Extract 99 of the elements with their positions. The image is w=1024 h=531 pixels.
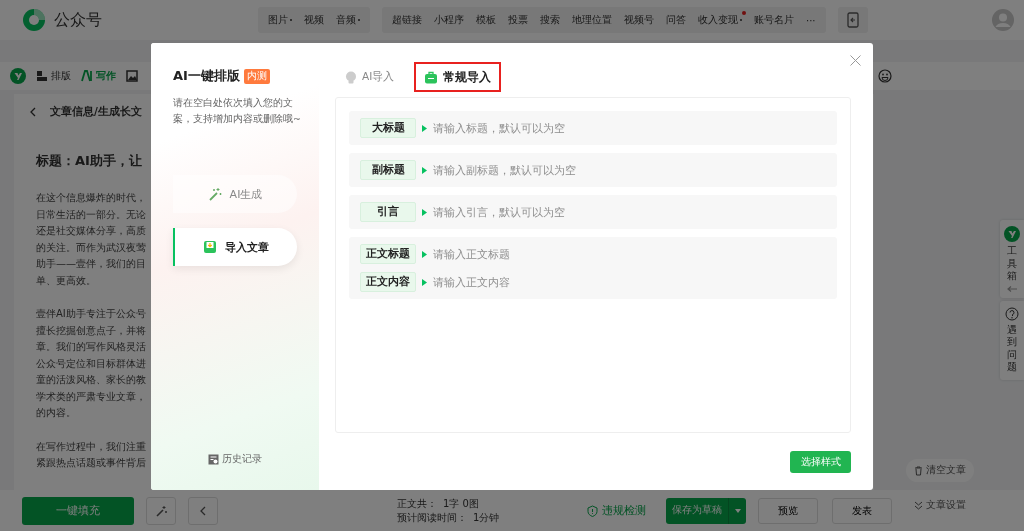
field-label: 副标题 xyxy=(360,160,416,180)
dialog-tab[interactable]: 常规导入 xyxy=(414,62,502,92)
article-text: 学术类的严肃专业文章， xyxy=(36,389,146,404)
editor-tab[interactable]: 写作 xyxy=(81,69,116,83)
save-draft-button[interactable]: 保存为草稿 xyxy=(666,497,728,524)
dialog-title: AI一键排版 xyxy=(173,67,240,85)
brand-icon xyxy=(1004,226,1020,242)
history-icon xyxy=(208,454,219,465)
emoji-icon[interactable] xyxy=(878,69,892,83)
article-text: 紧跟热点话题或事件背后 xyxy=(36,456,146,470)
play-icon xyxy=(422,208,427,216)
toolbar-item[interactable]: 小程序 xyxy=(428,7,470,33)
toolbar-item[interactable]: 视频号 xyxy=(618,7,660,33)
brand-name: 公众号 xyxy=(54,9,102,31)
article-text: 壹伴AI助手专注于公众号 xyxy=(36,307,146,321)
article-title: 标题：AI助手，让 xyxy=(36,152,142,170)
article-text: 擅长挖掘创意点子，并将 xyxy=(36,323,146,338)
brand-icon xyxy=(10,68,26,84)
image-icon xyxy=(126,70,138,82)
play-icon xyxy=(422,166,427,174)
article-text: 单、更高效。 xyxy=(36,273,96,288)
tab-label: 工具箱 xyxy=(1007,245,1017,283)
field-label: 正文标题 xyxy=(360,244,416,264)
trash-icon xyxy=(914,465,923,476)
toolbar-item[interactable]: ··· xyxy=(800,7,822,33)
field-background[interactable]: 正文内容 请输入正文内容 xyxy=(349,268,837,299)
preview-button[interactable] xyxy=(837,7,868,33)
dialog-description: 请在空白处依次填入您的文案，支持增加内容或删除哦~ xyxy=(173,96,301,126)
article-text: 还是社交媒体分享，高质 xyxy=(36,224,146,238)
toolbar-item[interactable]: 超链接 xyxy=(386,7,428,33)
dialog-tab[interactable]: AI导入 xyxy=(335,62,405,92)
play-icon xyxy=(422,278,427,286)
toolbar-item[interactable]: 投票 xyxy=(502,7,534,33)
field-background[interactable]: 引言 请输入引言，默认可以为空 xyxy=(349,195,837,229)
stat-label: 正文共： xyxy=(397,496,437,511)
play-icon xyxy=(422,124,427,132)
fill-button[interactable]: 一键填充 xyxy=(22,496,134,525)
mode-option[interactable]: 导入文章 xyxy=(173,228,297,266)
preview-button[interactable]: 预览 xyxy=(758,497,818,524)
import-icon xyxy=(203,240,217,254)
layout-icon xyxy=(36,70,48,82)
toolbar-item[interactable]: 地理位置 xyxy=(566,7,618,33)
caret-icon xyxy=(734,508,741,513)
article-text: 的内容。 xyxy=(36,406,76,420)
toolbar-item[interactable]: 搜索 xyxy=(534,7,566,33)
toolbar-item[interactable]: 收入变现 xyxy=(692,7,748,33)
field-background[interactable]: 副标题 请输入副标题，默认可以为空 xyxy=(349,153,837,187)
toolbar-item[interactable]: 账号名片 xyxy=(748,7,800,33)
publish-button[interactable]: 发表 xyxy=(832,497,892,524)
history-link[interactable]: 历史记录 xyxy=(208,453,319,466)
article-text: 在写作过程中，我们注重 xyxy=(36,439,146,454)
beta-badge: 内测 xyxy=(243,68,270,84)
breadcrumb: 文章信息/生成长文 xyxy=(50,105,142,119)
help-tab[interactable]: 遇到问题 xyxy=(1000,300,1024,380)
field-label: 正文内容 xyxy=(360,272,416,292)
clear-article-button[interactable]: 清空文章 xyxy=(906,459,974,482)
save-dropdown-button[interactable] xyxy=(728,497,746,524)
select-style-button[interactable]: 选择样式 xyxy=(790,451,851,473)
field-label: 大标题 xyxy=(360,118,416,138)
close-icon[interactable] xyxy=(850,55,861,66)
article-text: 在这个信息爆炸的时代， xyxy=(36,191,146,205)
article-text: 章。我们的写作风格灵活 xyxy=(36,340,146,354)
field-background[interactable]: 大标题 请输入标题，默认可以为空 xyxy=(349,111,837,145)
compliance-check-link[interactable]: 违规检测 xyxy=(587,503,646,518)
editor-tab[interactable]: 排版 xyxy=(36,69,71,83)
arrow-left-icon xyxy=(1007,285,1017,292)
toolbox-tab[interactable]: 工具箱 xyxy=(1000,220,1024,298)
shield-icon xyxy=(587,504,598,517)
double-chevron-icon xyxy=(914,500,923,511)
magic-wand-icon xyxy=(155,504,167,517)
toolbar-item[interactable]: 模板 xyxy=(470,7,502,33)
field-label: 引言 xyxy=(360,202,416,222)
tab-label: 遇到问题 xyxy=(1007,323,1017,374)
logo-icon xyxy=(22,8,46,32)
stat-label: 预计阅读时间： xyxy=(397,510,467,525)
read-time: 1分钟 xyxy=(473,510,500,525)
back-icon xyxy=(30,107,36,117)
article-text: 童的活泼风格、家长的教 xyxy=(36,373,146,387)
magic-button[interactable] xyxy=(146,496,176,525)
toolbar-item[interactable]: 图片 xyxy=(262,7,298,33)
phone-icon xyxy=(846,12,859,28)
article-text: 的关注。而作为武汉夜莺 xyxy=(36,240,146,255)
help-icon xyxy=(1005,306,1019,321)
mode-option[interactable]: AI生成 xyxy=(173,175,297,213)
collapse-button[interactable] xyxy=(188,496,218,525)
ai-icon xyxy=(81,70,93,82)
bulb-icon xyxy=(345,70,357,84)
toolbar-item[interactable]: 视频 xyxy=(298,7,330,33)
play-icon xyxy=(422,250,427,258)
word-count: 1字 0图 xyxy=(443,496,479,511)
briefcase-icon xyxy=(424,70,439,84)
avatar-icon[interactable] xyxy=(992,9,1014,31)
field-background[interactable]: 正文标题 请输入正文标题 xyxy=(349,237,837,268)
toolbar-item[interactable]: 音频 xyxy=(330,7,366,33)
toolbar-item[interactable]: 问答 xyxy=(660,7,692,33)
article-text: 公众号定位和目标群体进 xyxy=(36,356,146,371)
magic-wand-icon xyxy=(207,187,222,201)
chevron-left-icon xyxy=(200,505,206,516)
article-text: 助手——壹伴，我们的目 xyxy=(36,257,146,271)
